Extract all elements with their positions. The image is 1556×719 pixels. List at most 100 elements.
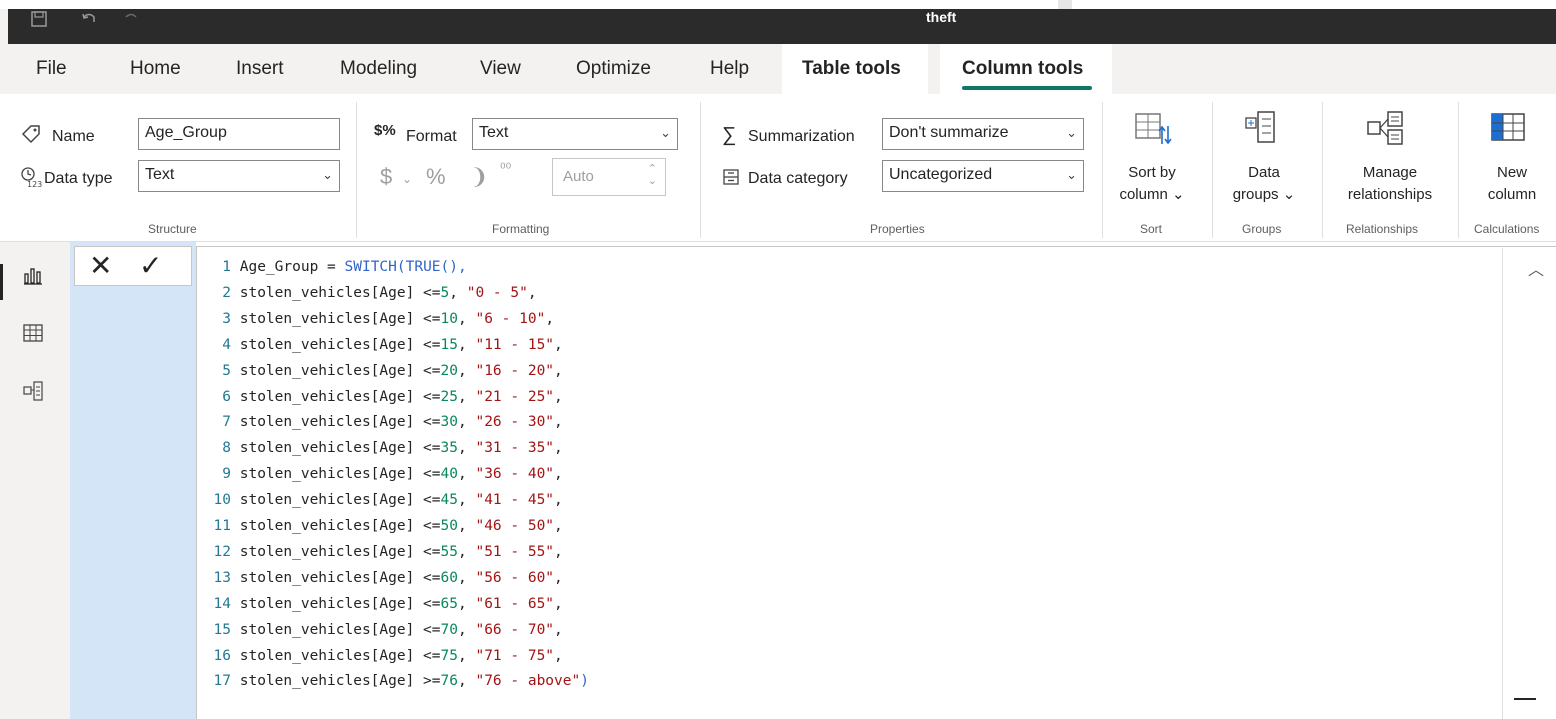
scroll-thumb[interactable] — [1514, 698, 1536, 700]
menu-help[interactable]: Help — [710, 58, 749, 80]
code-string: "76 - above" — [475, 673, 581, 690]
data-category-icon — [722, 168, 740, 191]
code-number: 5 — [440, 284, 450, 301]
line-number: 11 — [213, 518, 231, 534]
sort-by-column-button[interactable]: Sort by column ⌄ — [1110, 162, 1194, 206]
code-number: 20 — [440, 362, 458, 379]
code-line: 4 stolen_vehicles[Age] <=15, "11 - 15", — [203, 334, 563, 356]
decimal-places-value: Auto — [563, 168, 594, 185]
group-label-sort: Sort — [1140, 222, 1163, 236]
menu-modeling[interactable]: Modeling — [340, 58, 417, 80]
code-number: 25 — [440, 388, 458, 405]
decimal-button[interactable]: ⁰⁰ — [500, 160, 511, 177]
new-column-icon[interactable] — [1490, 112, 1526, 149]
group-label-relationships: Relationships — [1346, 222, 1419, 236]
sort-by-column-line2: column ⌄ — [1119, 186, 1185, 203]
percent-button[interactable]: % — [426, 164, 446, 190]
code-line: 10 stolen_vehicles[Age] <=45, "41 - 45", — [203, 489, 563, 511]
save-icon[interactable] — [30, 9, 48, 35]
code-number: 35 — [440, 440, 458, 457]
model-view-icon[interactable] — [22, 380, 44, 402]
code-line: 11 stolen_vehicles[Age] <=50, "46 - 50", — [203, 515, 563, 537]
chevron-down-icon: ⌄ — [1066, 167, 1077, 182]
chevron-down-icon: ⌄ — [660, 125, 671, 140]
data-groups-icon[interactable] — [1244, 110, 1278, 155]
table-view-icon[interactable] — [22, 322, 44, 344]
group-separator — [1212, 102, 1213, 238]
menu-file[interactable]: File — [36, 58, 67, 80]
data-type-select[interactable]: Text ⌄ — [138, 160, 340, 192]
new-column-button[interactable]: New column — [1472, 162, 1552, 206]
decimal-places-stepper[interactable]: Auto ⌃ ⌄ — [552, 158, 666, 196]
data-groups-button[interactable]: Data groups ⌄ — [1224, 162, 1304, 206]
new-column-line2: column — [1487, 186, 1537, 203]
code-string: "46 - 50" — [475, 518, 555, 534]
group-separator — [356, 102, 357, 238]
scroll-up-chevron-icon[interactable]: ︿ — [1528, 256, 1544, 280]
code-string: "26 - 30" — [475, 414, 555, 431]
code-number: 75 — [440, 647, 458, 664]
manage-relationships-line1: Manage — [1362, 164, 1418, 181]
code-identifier: stolen_vehicles[Age] <= — [239, 388, 441, 405]
code-line: 3 stolen_vehicles[Age] <=10, "6 - 10", — [203, 308, 554, 330]
data-groups-line1: Data — [1248, 164, 1280, 181]
code-string: "41 - 45" — [475, 492, 555, 509]
line-number: 9 — [222, 466, 231, 483]
manage-relationships-button[interactable]: Manage relationships — [1330, 162, 1450, 206]
cancel-formula-button[interactable]: ✕ — [89, 249, 112, 282]
data-category-label: Data category — [748, 170, 848, 187]
code-string: "66 - 70" — [475, 621, 555, 638]
comma-button[interactable]: ❩ — [470, 164, 488, 190]
code-line: 15 stolen_vehicles[Age] <=70, "66 - 70", — [203, 619, 563, 641]
redo-icon[interactable] — [122, 9, 140, 35]
code-identifier: stolen_vehicles[Age] <= — [239, 647, 441, 664]
code-string: "6 - 10" — [475, 310, 546, 327]
manage-relationships-icon[interactable] — [1366, 110, 1406, 155]
sort-by-column-icon[interactable] — [1134, 110, 1174, 155]
line-number: 4 — [222, 336, 231, 353]
currency-button[interactable]: $ — [380, 164, 392, 190]
editor-scrollbar[interactable] — [1502, 248, 1503, 719]
menu-optimize[interactable]: Optimize — [576, 58, 651, 80]
formula-gutter — [70, 242, 196, 719]
data-type-label: Data type — [44, 170, 113, 187]
view-switcher-rail — [0, 242, 70, 719]
code-line: 14 stolen_vehicles[Age] <=65, "61 - 65", — [203, 593, 563, 615]
code-identifier: stolen_vehicles[Age] <= — [239, 310, 441, 327]
menu-insert[interactable]: Insert — [236, 58, 284, 80]
window-title: theft — [926, 9, 957, 25]
commit-formula-button[interactable]: ✓ — [139, 249, 162, 282]
code-line: 2 stolen_vehicles[Age] <=5, "0 - 5", — [203, 282, 536, 304]
sort-by-column-line1: Sort by — [1128, 164, 1176, 181]
data-category-select[interactable]: Uncategorized ⌄ — [882, 160, 1084, 192]
code-identifier: stolen_vehicles[Age] <= — [239, 414, 441, 431]
tab-table-tools[interactable]: Table tools — [802, 58, 901, 80]
summarization-value: Don't summarize — [889, 124, 1009, 141]
group-separator — [1102, 102, 1103, 238]
menu-bar: File Home Insert Modeling View Optimize … — [0, 44, 1556, 94]
menu-view[interactable]: View — [480, 58, 521, 80]
currency-chevron-icon[interactable]: ⌄ — [402, 172, 412, 186]
code-identifier: stolen_vehicles[Age] >= — [239, 673, 441, 690]
menu-home[interactable]: Home — [130, 58, 181, 80]
code-string: "31 - 35" — [475, 440, 555, 457]
line-number: 13 — [213, 569, 231, 586]
line-number: 14 — [213, 595, 231, 612]
code-line: 9 stolen_vehicles[Age] <=40, "36 - 40", — [203, 463, 563, 485]
tab-column-tools[interactable]: Column tools — [962, 58, 1083, 80]
title-bar: theft — [0, 0, 1556, 44]
data-type-value: Text — [145, 166, 175, 183]
code-line: 12 stolen_vehicles[Age] <=55, "51 - 55", — [203, 541, 563, 563]
code-number: 40 — [440, 466, 458, 483]
code-string: "51 - 55" — [475, 543, 555, 560]
code-line: 17 stolen_vehicles[Age] >=76, "76 - abov… — [203, 670, 589, 692]
title-bar-top-strip — [0, 0, 1556, 9]
name-input[interactable]: Age_Group — [138, 118, 340, 150]
summarization-select[interactable]: Don't summarize ⌄ — [882, 118, 1084, 150]
undo-icon[interactable] — [80, 9, 98, 35]
report-view-icon[interactable] — [22, 264, 44, 286]
format-select[interactable]: Text ⌄ — [472, 118, 678, 150]
line-number: 15 — [213, 621, 231, 638]
stepper-arrows-icon: ⌃ ⌄ — [647, 163, 657, 187]
code-line: 1 Age_Group = SWITCH(TRUE(), — [203, 256, 466, 278]
